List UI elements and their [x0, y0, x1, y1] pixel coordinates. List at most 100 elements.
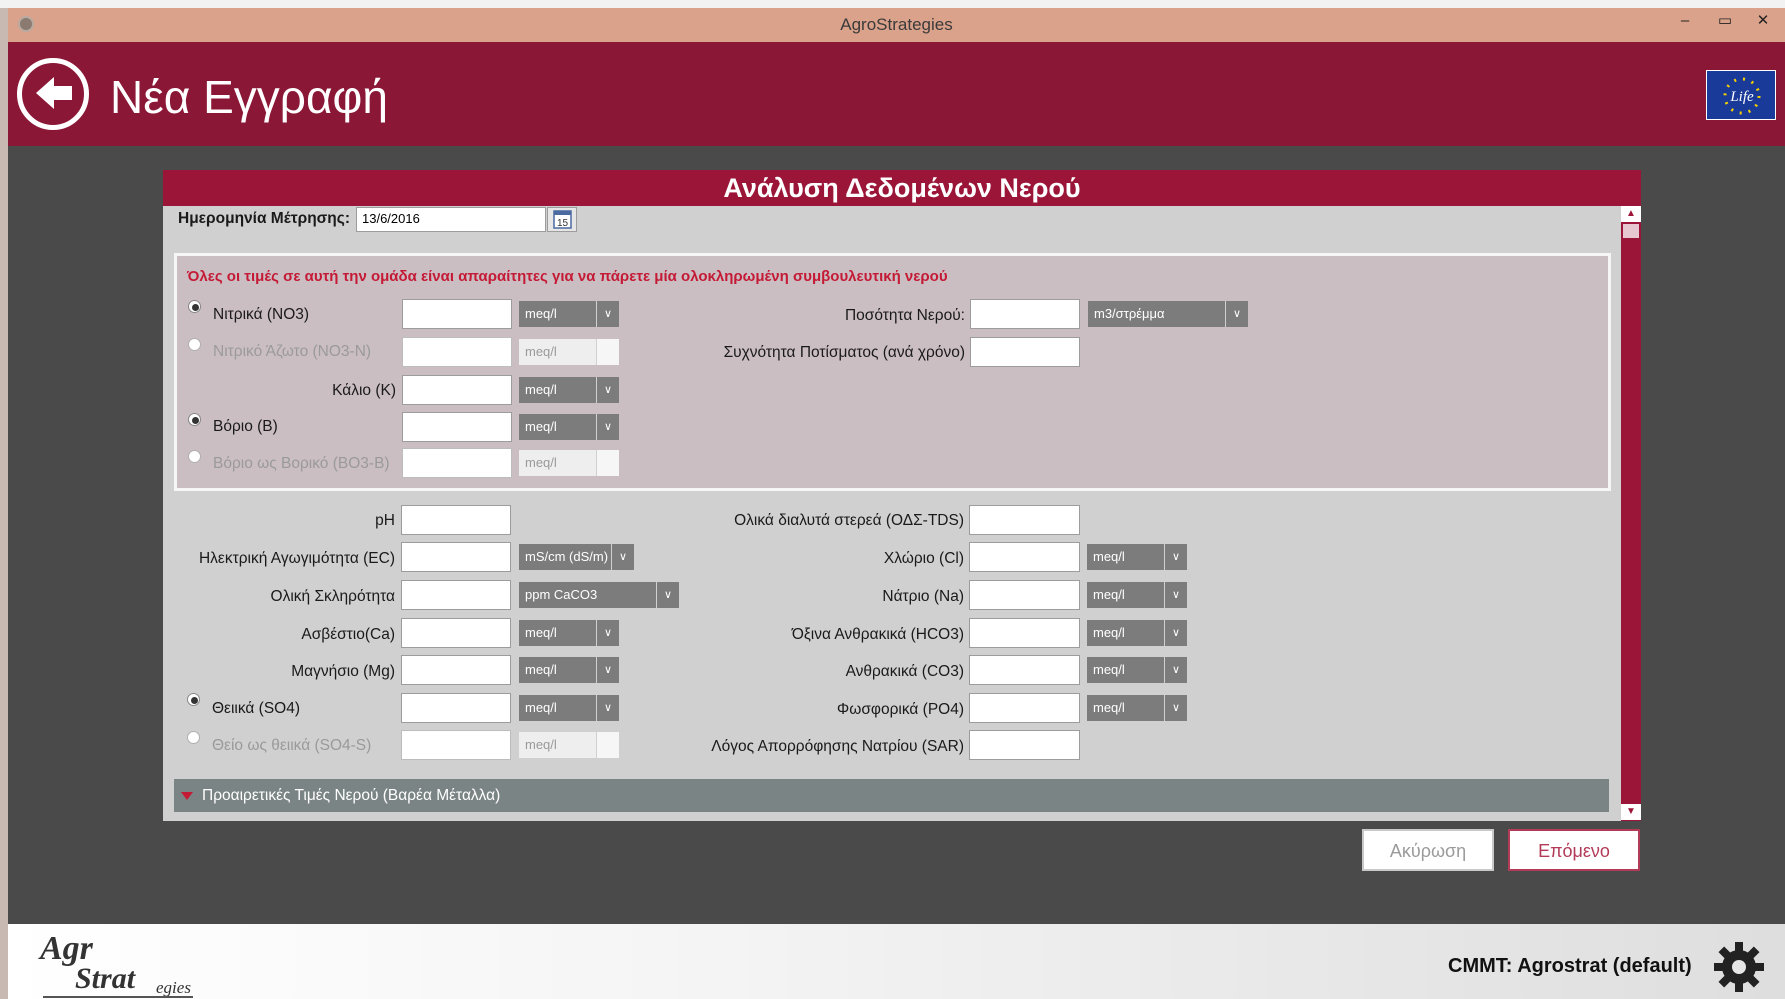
- chevron-down-icon: ∨: [1164, 582, 1187, 608]
- sulfur-radio[interactable]: [187, 731, 200, 744]
- nitrate-n-radio[interactable]: [188, 338, 201, 351]
- hardness-input[interactable]: [401, 580, 511, 610]
- magnesium-label: Μαγνήσιο (Mg): [291, 663, 395, 680]
- sar-label: Λόγος Απορρόφησης Νατρίου (SAR): [711, 738, 964, 755]
- page-title: Νέα Εγγραφή: [110, 71, 388, 123]
- chevron-down-icon: ∨: [1164, 544, 1187, 570]
- potassium-label: Κάλιο (K): [332, 382, 396, 399]
- ec-label: Ηλεκτρική Αγωγιμότητα (EC): [198, 550, 395, 567]
- window-titlebar: AgroStrategies: [8, 8, 1785, 42]
- calcium-input[interactable]: [401, 618, 511, 648]
- sulfates-label: Θειικά (SO4): [212, 700, 301, 717]
- scroll-up-icon[interactable]: ▲: [1621, 206, 1641, 222]
- chevron-down-icon: ∨: [596, 657, 619, 683]
- ec-input[interactable]: [401, 542, 511, 572]
- scrollbar[interactable]: [1621, 206, 1641, 821]
- phosphate-unit-select[interactable]: meq/l ∨: [1087, 695, 1187, 721]
- window-border: [0, 8, 8, 999]
- boron-b-input[interactable]: [402, 448, 512, 478]
- sulfur-input[interactable]: [401, 730, 511, 760]
- chevron-down-icon: ∨: [596, 414, 619, 440]
- panel-title: Ανάλυση Δεδομένων Νερού: [723, 173, 1081, 203]
- ph-input[interactable]: [401, 505, 511, 535]
- agrostrategies-logo-strat: Strat: [75, 962, 136, 995]
- magnesium-unit-select[interactable]: meq/l ∨: [519, 657, 619, 683]
- boron-b-unit-select[interactable]: meq/l: [519, 450, 619, 476]
- nitrates-label: Νιτρικά (NO3): [213, 306, 310, 323]
- next-button[interactable]: Επόμενο: [1508, 829, 1640, 871]
- sulfur-unit-select[interactable]: meq/l: [519, 732, 619, 758]
- chloride-input[interactable]: [969, 542, 1080, 572]
- scroll-thumb[interactable]: [1623, 224, 1639, 238]
- carbonate-unit-select[interactable]: meq/l ∨: [1087, 657, 1187, 683]
- calcium-label: Ασβέστιο(Ca): [301, 626, 395, 643]
- irrigation-frequency-input[interactable]: [970, 337, 1080, 367]
- bicarbonate-unit-select[interactable]: meq/l ∨: [1087, 620, 1187, 646]
- logo-underline: [43, 996, 193, 998]
- svg-text:15: 15: [557, 218, 569, 229]
- chloride-label: Χλώριο (Cl): [883, 550, 964, 567]
- nitrate-n-input[interactable]: [402, 337, 512, 367]
- nitrate-n-label: Νιτρικό Άζωτο (NO3-N): [213, 343, 372, 360]
- calendar-icon: 15: [553, 210, 572, 229]
- water-amount-unit-select[interactable]: m3/στρέμμα ∨: [1088, 301, 1248, 327]
- nitrate-n-unit-select[interactable]: meq/l: [519, 339, 619, 365]
- calendar-button[interactable]: 15: [547, 207, 577, 232]
- chevron-down-icon: ∨: [596, 620, 619, 646]
- boron-unit-select[interactable]: meq/l ∨: [519, 414, 619, 440]
- potassium-input[interactable]: [402, 375, 512, 405]
- phosphate-label: Φωσφορικά (PO4): [836, 701, 964, 718]
- nitrates-radio[interactable]: [188, 300, 201, 313]
- optional-values-label: Προαιρετικές Τιμές Νερού (Βαρέα Μέταλλα): [202, 787, 501, 804]
- water-amount-input[interactable]: [970, 299, 1080, 329]
- bicarbonate-label: Όξινα Ανθρακικά (HCO3): [791, 626, 964, 643]
- chevron-down-icon: ∨: [596, 695, 619, 721]
- sulfates-radio[interactable]: [187, 693, 200, 706]
- date-label: Ημερομηνία Μέτρησης:: [178, 210, 350, 227]
- svg-text:Life: Life: [1729, 89, 1754, 105]
- calcium-unit-select[interactable]: meq/l ∨: [519, 620, 619, 646]
- sulfates-input[interactable]: [401, 693, 511, 723]
- boron-radio[interactable]: [188, 413, 201, 426]
- back-arrow-icon: [36, 77, 72, 109]
- ec-unit-select[interactable]: mS/cm (dS/m) ∨: [519, 544, 634, 570]
- sulfates-unit-select[interactable]: meq/l ∨: [519, 695, 619, 721]
- close-button[interactable]: ✕: [1750, 10, 1776, 32]
- maximize-button[interactable]: ▭: [1712, 10, 1738, 32]
- boron-input[interactable]: [402, 412, 512, 442]
- required-note: Όλες οι τιμές σε αυτή την ομάδα είναι απ…: [187, 268, 948, 285]
- expand-triangle-icon: [181, 792, 193, 800]
- chevron-down-icon: ∨: [1164, 620, 1187, 646]
- bicarbonate-input[interactable]: [969, 618, 1080, 648]
- agrostrategies-logo-egies: egies: [156, 978, 191, 997]
- cmmt-status: CMMT: Agrostrat (default): [1448, 955, 1692, 977]
- boron-b-radio[interactable]: [188, 450, 201, 463]
- hardness-label: Ολική Σκληρότητα: [270, 588, 395, 605]
- app-icon: [18, 16, 34, 32]
- nitrates-unit-select[interactable]: meq/l ∨: [519, 301, 619, 327]
- cancel-button[interactable]: Ακύρωση: [1362, 829, 1494, 871]
- eu-life-logo: Life: [1706, 70, 1776, 120]
- magnesium-input[interactable]: [401, 655, 511, 685]
- sar-input[interactable]: [969, 730, 1080, 760]
- boron-label: Βόριο (B): [213, 418, 278, 435]
- eu-stars-icon: Life: [1723, 77, 1761, 115]
- potassium-unit-select[interactable]: meq/l ∨: [519, 377, 619, 403]
- tds-input[interactable]: [969, 505, 1080, 535]
- gear-icon[interactable]: [1712, 940, 1766, 994]
- sodium-input[interactable]: [969, 580, 1080, 610]
- sodium-unit-select[interactable]: meq/l ∨: [1087, 582, 1187, 608]
- ph-label: pH: [375, 512, 395, 529]
- minimize-button[interactable]: –: [1672, 10, 1698, 32]
- phosphate-input[interactable]: [969, 693, 1080, 723]
- scroll-down-icon[interactable]: ▼: [1621, 804, 1641, 820]
- chevron-down-icon: ∨: [1164, 657, 1187, 683]
- date-input[interactable]: 13/6/2016: [356, 207, 546, 232]
- boron-b-label: Βόριο ως Βορικό (BO3-B): [213, 455, 390, 472]
- sodium-label: Νάτριο (Na): [882, 588, 964, 605]
- sulfur-label: Θείο ως θειικά (SO4-S): [212, 737, 372, 754]
- chevron-down-icon: ∨: [596, 377, 619, 403]
- nitrates-input[interactable]: [402, 299, 512, 329]
- carbonate-input[interactable]: [969, 655, 1080, 685]
- chloride-unit-select[interactable]: meq/l ∨: [1087, 544, 1187, 570]
